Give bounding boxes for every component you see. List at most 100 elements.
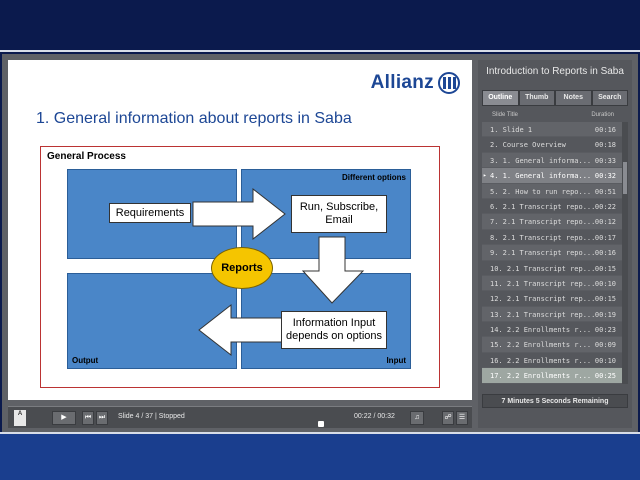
slide-item-title: 17. 2.2 Enrollments r... [490, 372, 592, 381]
presentation-player: Allianz 1. General information about rep… [2, 54, 638, 432]
volume-button[interactable]: ♫ [410, 411, 424, 425]
bottom-band [0, 432, 640, 480]
scrollbar-thumb[interactable] [623, 162, 627, 194]
slide-item-title: 11. 2.1 Transcript rep... [490, 279, 596, 288]
slide-item-title: 13. 2.1 Transcript rep... [490, 310, 596, 319]
slide-item-title: 4. 1. General informa... [490, 172, 592, 181]
run-subscribe-email-box: Run, Subscribe, Email [291, 195, 387, 233]
slide-item-title: 1. Slide 1 [490, 126, 533, 134]
slide-list: 1. Slide 1 00:16 2. Course Overview 00:18 3.… [482, 122, 622, 384]
arrow-right-icon [192, 187, 286, 241]
tab-outline[interactable]: Outline [482, 90, 519, 106]
slide-item-title: 9. 2.1 Transcript repo... [490, 249, 596, 258]
process-diagram: General Process Different options Output… [40, 146, 440, 388]
list-header: Slide Title Duration [482, 110, 628, 122]
slide-item-duration: 00:33 [594, 156, 616, 165]
sidebar-tabs: Outline Thumb Notes Search [482, 90, 628, 106]
slide-canvas: Allianz 1. General information about rep… [8, 60, 472, 400]
progress-slider-handle[interactable] [318, 421, 324, 427]
slide-item-title: 14. 2.2 Enrollments r... [490, 326, 592, 335]
slide-item-duration: 00:15 [594, 264, 616, 273]
slide-status: Slide 4 / 37 | Stopped [118, 413, 185, 420]
adobe-logo-icon: A [14, 410, 26, 426]
tab-thumb[interactable]: Thumb [518, 90, 555, 106]
list-item[interactable]: 17. 2.2 Enrollments r... 00:25 [482, 368, 622, 384]
allianz-eagle-icon [438, 72, 460, 94]
list-item[interactable]: 3. 1. General informa... 00:33 [482, 152, 622, 169]
allianz-logo: Allianz [371, 72, 460, 94]
header-slide-title: Slide Title [492, 112, 519, 118]
attachments-button[interactable]: ☍ [442, 411, 454, 425]
slide-item-duration: 00:15 [594, 295, 616, 304]
outline-sidebar: Introduction to Reports in Saba Outline … [478, 60, 632, 428]
presentation-title: Introduction to Reports in Saba [486, 66, 624, 77]
list-item[interactable]: 10. 2.1 Transcript rep... 00:15 [482, 261, 622, 276]
list-item[interactable]: 6. 2.1 Transcript repo... 00:22 [482, 199, 622, 215]
arrow-down-icon [301, 236, 365, 304]
notes-button[interactable]: ☰ [456, 411, 468, 425]
diagram-title: General Process [47, 151, 126, 162]
requirements-box: Requirements [109, 203, 191, 223]
slide-item-title: 12. 2.1 Transcript rep... [490, 295, 596, 304]
slide-item-title: 16. 2.2 Enrollments r... [490, 356, 592, 365]
play-button[interactable]: ▶ [52, 411, 76, 425]
playback-bar: A ▶ ⏮ ⏭ Slide 4 / 37 | Stopped 00:22 / 0… [8, 406, 472, 428]
slide-item-duration: 00:25 [594, 372, 616, 381]
slide-item-title: 7. 2.1 Transcript repo... [490, 218, 596, 227]
list-item[interactable]: 15. 2.2 Enrollments r... 00:09 [482, 337, 622, 353]
slide-item-duration: 00:32 [594, 172, 616, 181]
slide-item-duration: 00:10 [594, 279, 616, 288]
list-scrollbar[interactable] [622, 122, 628, 384]
list-item[interactable]: 2. Course Overview 00:18 [482, 137, 622, 153]
information-input-box: Information Input depends on options [281, 311, 387, 349]
list-item[interactable]: 9. 2.1 Transcript repo... 00:16 [482, 245, 622, 261]
tab-notes[interactable]: Notes [555, 90, 592, 106]
list-item[interactable]: 5. 2. How to run repo... 00:51 [482, 183, 622, 199]
label-output: Output [72, 356, 99, 365]
slide-title: 1. General information about reports in … [36, 110, 352, 127]
slide-item-title: 10. 2.1 Transcript rep... [490, 264, 596, 273]
skip-forward-icon: ⏭ [98, 414, 106, 421]
slide-item-title: 5. 2. How to run repo... [490, 187, 592, 196]
list-item[interactable]: 14. 2.2 Enrollments r... 00:23 [482, 322, 622, 338]
next-slide-button[interactable]: ⏭ [96, 411, 108, 425]
slide-item-duration: 00:16 [594, 249, 616, 258]
play-icon: ▶ [61, 414, 67, 421]
arrow-left-icon [198, 303, 292, 357]
list-item[interactable]: 16. 2.2 Enrollments r... 00:10 [482, 353, 622, 369]
reports-center: Reports [211, 247, 273, 289]
list-item[interactable]: ▸ 4. 1. General informa... 00:32 [482, 168, 622, 184]
slide-item-duration: 00:09 [594, 341, 616, 350]
notes-icon: ☰ [458, 414, 466, 421]
slide-item-duration: 00:10 [594, 356, 616, 365]
previous-slide-button[interactable]: ⏮ [82, 411, 94, 425]
time-remaining: 7 Minutes 5 Seconds Remaining [482, 394, 628, 408]
volume-icon: ♫ [414, 414, 420, 421]
slide-item-duration: 00:16 [594, 126, 616, 134]
slide-item-duration: 00:12 [594, 218, 616, 227]
list-item[interactable]: 13. 2.1 Transcript rep... 00:19 [482, 306, 622, 323]
list-item[interactable]: 12. 2.1 Transcript rep... 00:15 [482, 291, 622, 307]
slide-item-title: 8. 2.1 Transcript repo... [490, 233, 596, 242]
time-readout: 00:22 / 00:32 [354, 413, 395, 420]
list-item[interactable]: 8. 2.1 Transcript repo... 00:17 [482, 230, 622, 246]
slide-item-title: 6. 2.1 Transcript repo... [490, 202, 596, 211]
label-different-options: Different options [342, 173, 406, 182]
slide-item-duration: 00:19 [594, 310, 616, 319]
list-item[interactable]: 7. 2.1 Transcript repo... 00:12 [482, 214, 622, 230]
top-band [0, 0, 640, 52]
current-slide-pointer-icon: ▸ [483, 172, 487, 180]
label-input: Input [386, 356, 406, 365]
slide-item-title: 3. 1. General informa... [490, 156, 592, 165]
slide-item-duration: 00:23 [594, 326, 616, 335]
slide-item-title: 15. 2.2 Enrollments r... [490, 341, 592, 350]
tab-search[interactable]: Search [591, 90, 628, 106]
logo-text: Allianz [370, 72, 434, 93]
slide-item-duration: 00:51 [594, 187, 616, 196]
slide-item-duration: 00:17 [594, 233, 616, 242]
paperclip-icon: ☍ [444, 414, 452, 421]
list-item[interactable]: 11. 2.1 Transcript rep... 00:10 [482, 275, 622, 292]
slide-item-title: 2. Course Overview [490, 141, 566, 150]
list-item[interactable]: 1. Slide 1 00:16 [482, 122, 622, 138]
slide-item-duration: 00:22 [594, 202, 616, 211]
